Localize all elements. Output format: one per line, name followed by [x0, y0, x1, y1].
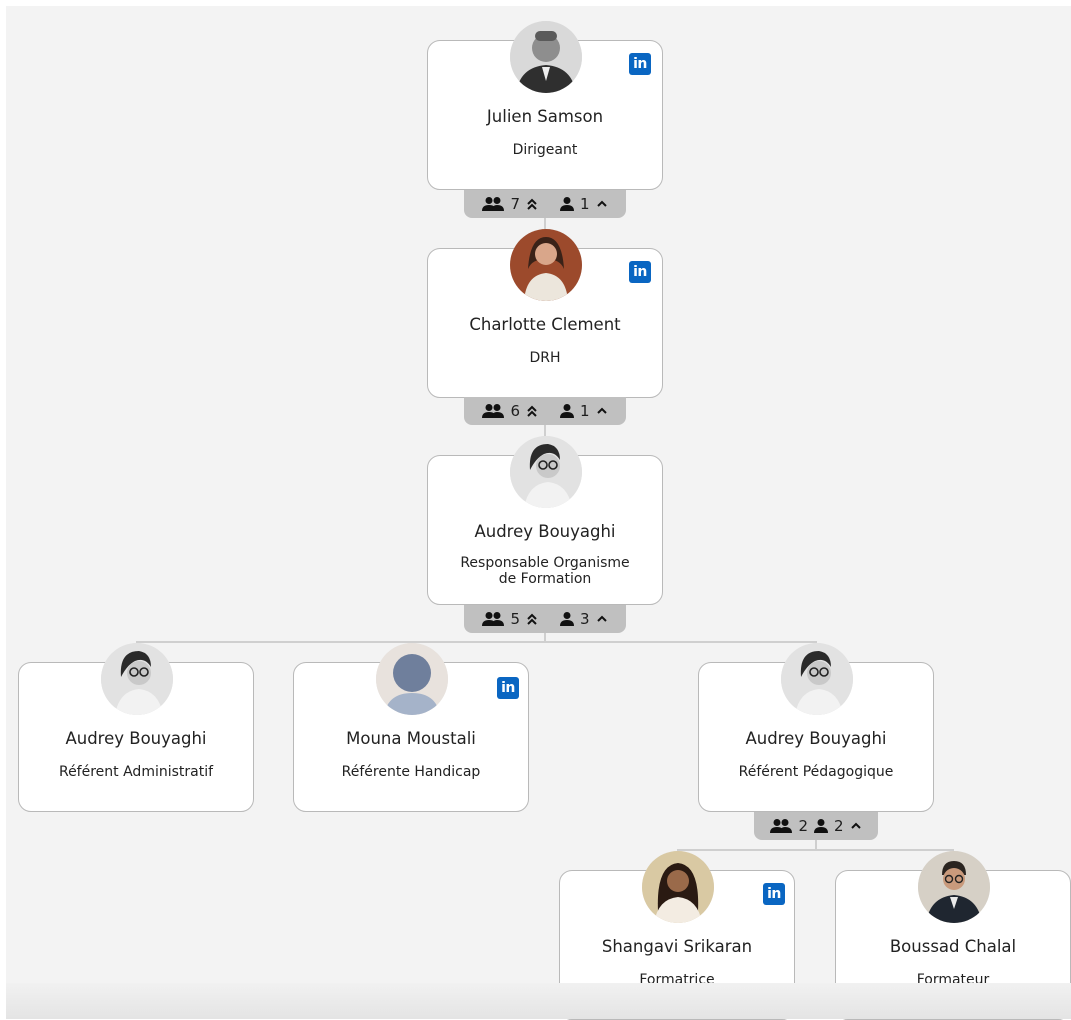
avatar — [781, 643, 853, 715]
double-chevron-up-icon[interactable] — [525, 612, 539, 626]
org-card-audrey-bouyaghi-administratif[interactable]: Audrey Bouyaghi Référent Administratif — [18, 643, 254, 812]
person-icon — [560, 197, 574, 211]
person-role: Responsable Organisme de Formation — [428, 555, 662, 587]
chevron-up-icon[interactable] — [595, 197, 609, 211]
group-icon — [482, 612, 505, 626]
person-name: Boussad Chalal — [889, 937, 1017, 956]
team-count: 7 — [510, 195, 520, 213]
team-count: 5 — [510, 610, 520, 628]
avatar — [101, 643, 173, 715]
person-name: Julien Samson — [486, 107, 604, 126]
org-card-mouna-moustali[interactable]: in Mouna Moustali Référente Handicap — [293, 643, 529, 812]
avatar — [918, 851, 990, 923]
stats-bar: 5 3 — [464, 605, 626, 633]
avatar — [510, 21, 582, 93]
person-role-line-1: Responsable Organisme — [460, 555, 630, 571]
avatar — [642, 851, 714, 923]
person-role: DRH — [529, 350, 561, 366]
person-role: Référente Handicap — [341, 764, 481, 780]
connector-line — [136, 641, 816, 643]
group-icon — [482, 404, 505, 418]
direct-count: 1 — [580, 402, 590, 420]
double-chevron-up-icon[interactable] — [525, 404, 539, 418]
linkedin-icon[interactable]: in — [497, 677, 519, 699]
chevron-up-icon[interactable] — [595, 612, 609, 626]
team-count: 6 — [510, 402, 520, 420]
org-card-audrey-bouyaghi-responsable[interactable]: Audrey Bouyaghi Responsable Organisme de… — [427, 436, 663, 605]
person-name: Charlotte Clement — [469, 315, 621, 334]
person-role: Référent Pédagogique — [738, 764, 894, 780]
stats-bar: 7 1 — [464, 190, 626, 218]
double-chevron-up-icon[interactable] — [525, 197, 539, 211]
avatar — [510, 436, 582, 508]
person-role: Dirigeant — [512, 142, 578, 158]
group-icon — [770, 819, 793, 833]
avatar — [510, 229, 582, 301]
person-role-line-2: de Formation — [498, 571, 592, 587]
person-name: Audrey Bouyaghi — [745, 729, 887, 748]
stats-bar: 6 1 — [464, 397, 626, 425]
linkedin-icon[interactable]: in — [629, 261, 651, 283]
bottom-fade — [6, 983, 1071, 1019]
direct-count: 2 — [834, 817, 844, 835]
person-name: Shangavi Srikaran — [601, 937, 753, 956]
person-icon — [560, 612, 574, 626]
person-name: Audrey Bouyaghi — [474, 522, 616, 541]
direct-count: 1 — [580, 195, 590, 213]
chevron-up-icon[interactable] — [595, 404, 609, 418]
person-role: Référent Administratif — [58, 764, 214, 780]
stats-bar: 2 2 — [754, 812, 878, 840]
person-icon — [814, 819, 828, 833]
person-icon — [560, 404, 574, 418]
person-name: Audrey Bouyaghi — [65, 729, 207, 748]
chevron-up-icon[interactable] — [849, 819, 863, 833]
team-count: 2 — [798, 817, 808, 835]
linkedin-icon[interactable]: in — [763, 883, 785, 905]
group-icon — [482, 197, 505, 211]
org-card-julien-samson[interactable]: in Julien Samson Dirigeant — [427, 21, 663, 190]
org-card-audrey-bouyaghi-pedagogique[interactable]: Audrey Bouyaghi Référent Pédagogique — [698, 643, 934, 812]
person-name: Mouna Moustali — [346, 729, 476, 748]
linkedin-icon[interactable]: in — [629, 53, 651, 75]
direct-count: 3 — [580, 610, 590, 628]
org-card-charlotte-clement[interactable]: in Charlotte Clement DRH — [427, 229, 663, 398]
default-avatar — [376, 643, 448, 715]
connector-line — [677, 849, 953, 851]
